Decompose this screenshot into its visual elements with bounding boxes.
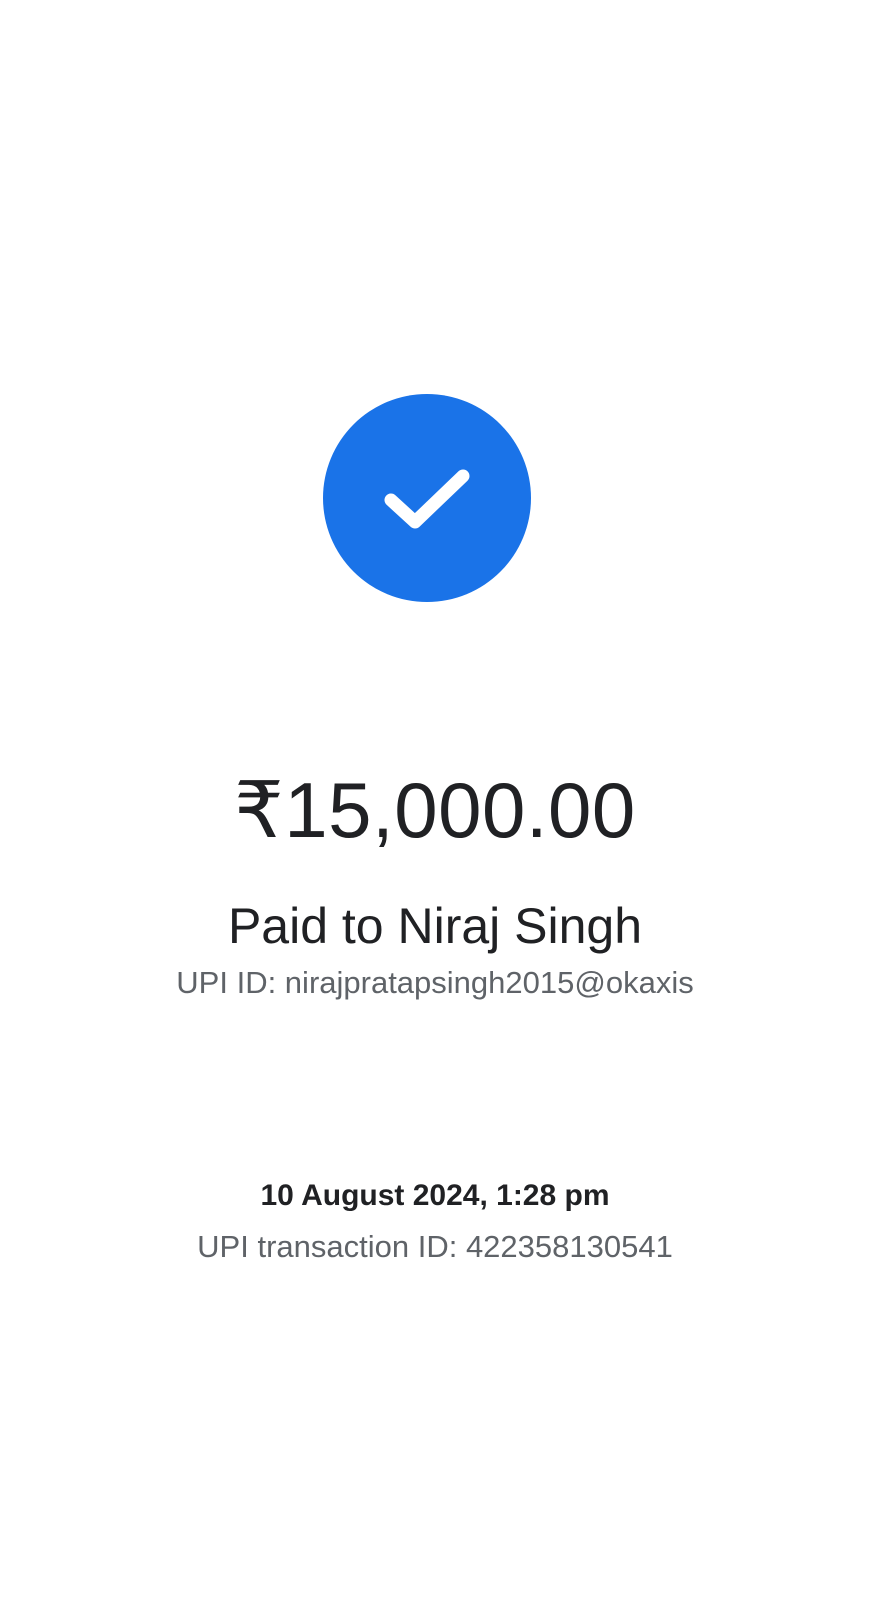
payee-name: Paid to Niraj Singh [227,898,643,954]
checkmark-icon [384,469,470,529]
success-badge [323,394,531,602]
payment-amount: ₹15,000.00 [234,766,636,854]
payment-success-screen: ₹15,000.00 Paid to Niraj Singh UPI ID: n… [0,0,870,1600]
payee-upi-id: UPI ID: nirajpratapsingh2015@okaxis [176,965,694,1000]
upi-transaction-id: UPI transaction ID: 422358130541 [197,1229,673,1264]
transaction-datetime: 10 August 2024, 1:28 pm [260,1179,610,1212]
